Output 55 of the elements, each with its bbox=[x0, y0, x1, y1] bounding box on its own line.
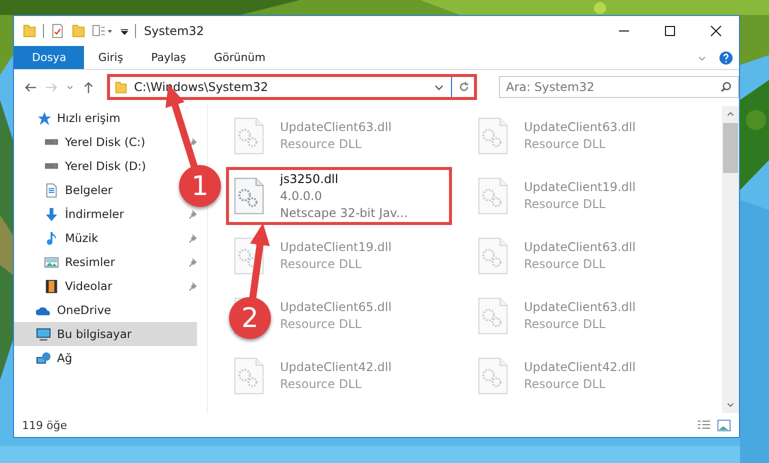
search-field[interactable]: Ara: System32 bbox=[499, 76, 739, 98]
file-detail: Netscape 32-bit Jav... bbox=[280, 204, 408, 222]
file-detail: Resource DLL bbox=[280, 136, 362, 153]
image-icon[interactable] bbox=[717, 418, 731, 432]
refresh-icon[interactable] bbox=[458, 81, 470, 93]
search-icon[interactable] bbox=[720, 81, 732, 93]
sidebar-item[interactable]: Yerel Disk (C:) bbox=[14, 130, 152, 154]
ribbon-tab[interactable]: Paylaş bbox=[137, 46, 200, 69]
chevron-down-icon[interactable] bbox=[66, 83, 74, 91]
scrollbar[interactable] bbox=[722, 106, 739, 413]
item-count: 119 öğe bbox=[22, 418, 67, 432]
ribbon-tab[interactable]: Dosya bbox=[14, 46, 84, 69]
drive-icon bbox=[44, 163, 59, 169]
monitor-icon bbox=[36, 326, 51, 342]
file-detail: Resource DLL bbox=[524, 256, 606, 273]
music-note-icon bbox=[44, 230, 59, 246]
star-icon bbox=[36, 110, 51, 126]
file-detail: Resource DLL bbox=[280, 256, 362, 273]
download-icon bbox=[44, 206, 59, 222]
sidebar-item[interactable]: Hızlı erişim bbox=[14, 106, 126, 130]
scrollbar-thumb[interactable] bbox=[723, 123, 738, 173]
file-detail: Resource DLL bbox=[524, 376, 606, 393]
dropdown-icon[interactable] bbox=[120, 26, 129, 36]
sidebar-item[interactable]: Videolar bbox=[14, 274, 118, 298]
ribbon-tab[interactable]: Görünüm bbox=[200, 46, 280, 69]
document-icon bbox=[44, 182, 59, 198]
back-arrow-icon[interactable] bbox=[24, 80, 37, 94]
image-icon bbox=[44, 254, 59, 270]
ribbon-tab[interactable]: Giriş bbox=[84, 46, 138, 69]
sidebar-item[interactable]: Bu bilgisayar bbox=[14, 322, 197, 346]
sidebar-item[interactable]: Müzik bbox=[14, 226, 104, 250]
checklist-icon[interactable] bbox=[50, 23, 65, 39]
file-detail: 4.0.0.0 bbox=[280, 188, 323, 204]
up-arrow-icon[interactable] bbox=[82, 80, 95, 94]
sidebar-item[interactable]: Ağ bbox=[14, 346, 78, 370]
file-detail: Resource DLL bbox=[280, 376, 362, 393]
help-icon[interactable] bbox=[719, 50, 733, 64]
details-view-icon[interactable] bbox=[697, 418, 711, 432]
properties-icon[interactable] bbox=[92, 23, 114, 39]
file-detail: Resource DLL bbox=[524, 316, 606, 333]
drive-icon bbox=[44, 139, 59, 145]
folder-icon bbox=[114, 80, 128, 94]
sidebar-item[interactable]: Yerel Disk (D:) bbox=[14, 154, 152, 178]
network-icon bbox=[36, 350, 51, 366]
file-item[interactable]: js3250.dll 4.0.0.0 Netscape 32-bit Jav... bbox=[226, 167, 452, 225]
sidebar-item[interactable]: Resimler bbox=[14, 250, 121, 274]
file-name[interactable]: js3250.dll bbox=[280, 170, 408, 188]
sidebar-item[interactable]: Belgeler bbox=[14, 178, 119, 202]
sidebar-item[interactable]: İndirmeler bbox=[14, 202, 130, 226]
sidebar-item[interactable]: OneDrive bbox=[14, 298, 118, 322]
file-detail: Resource DLL bbox=[280, 316, 362, 333]
window-title: System32 bbox=[144, 24, 204, 38]
file-detail: Resource DLL bbox=[524, 136, 606, 153]
film-icon bbox=[44, 278, 59, 294]
file-detail: Resource DLL bbox=[524, 196, 606, 213]
